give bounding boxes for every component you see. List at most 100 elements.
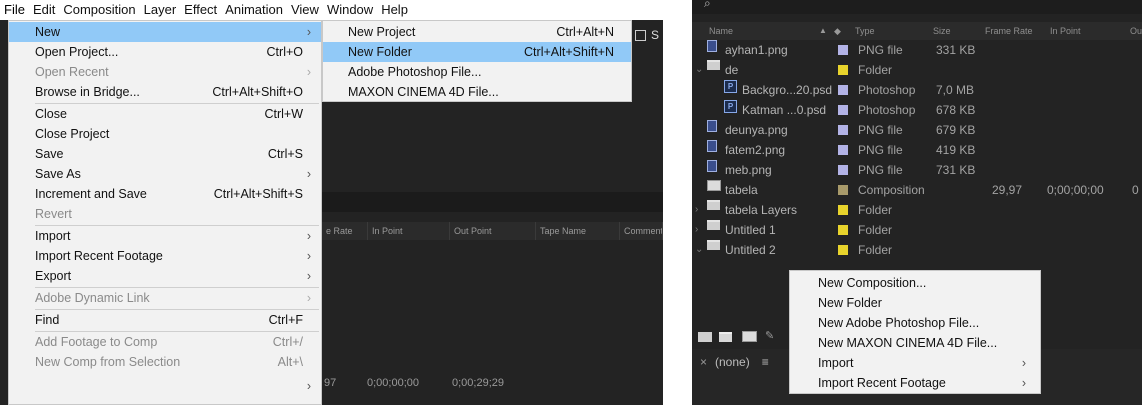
timeline-column-headers: e Rate In Point Out Point Tape Name Comment <box>322 222 663 240</box>
file-menu-item[interactable]: New Comp from Selection Alt+\ <box>9 352 321 372</box>
file-menu-item[interactable]: Find Ctrl+F <box>9 310 321 330</box>
menu-item-label: Close Project <box>35 127 110 141</box>
menu-item-shortcut: Ctrl+Alt+Shift+O <box>212 85 303 99</box>
column-type[interactable]: Type <box>855 22 875 40</box>
chevron-right-icon[interactable]: › <box>695 200 698 220</box>
new-folder-icon[interactable] <box>719 332 732 342</box>
menu-file[interactable]: File <box>0 0 29 20</box>
project-item-row[interactable]: ayhan1.png PNG file 331 KB <box>692 40 1142 60</box>
label-color-swatch[interactable] <box>838 85 848 95</box>
submenu-item[interactable]: New Folder Ctrl+Alt+Shift+N <box>323 42 631 62</box>
label-color-swatch[interactable] <box>838 145 848 155</box>
submenu-item[interactable]: New Project Ctrl+Alt+N <box>323 22 631 42</box>
column-frame-rate[interactable]: Frame Rate <box>985 22 1033 40</box>
submenu-item[interactable]: MAXON CINEMA 4D File... <box>323 82 631 102</box>
column-in-point[interactable]: In Point <box>1050 22 1081 40</box>
file-menu-item[interactable]: Close Project <box>9 124 321 144</box>
column-name[interactable]: Name <box>709 22 733 40</box>
file-menu-item[interactable]: Open Recent › <box>9 62 321 82</box>
context-menu-item[interactable]: New Adobe Photoshop File... <box>790 313 1040 333</box>
project-item-row[interactable]: deunya.png PNG file 679 KB <box>692 120 1142 140</box>
timeline-column-header[interactable]: Tape Name <box>536 222 620 240</box>
submenu-item[interactable]: Adobe Photoshop File... <box>323 62 631 82</box>
menu-effect[interactable]: Effect <box>180 0 221 20</box>
file-menu-item[interactable]: Import Recent Footage › <box>9 246 321 266</box>
chevron-down-icon[interactable]: ⌄ <box>695 60 703 80</box>
file-menu-item[interactable]: Browse in Bridge... Ctrl+Alt+Shift+O <box>9 82 321 102</box>
menu-edit[interactable]: Edit <box>29 0 59 20</box>
label-color-swatch[interactable] <box>838 205 848 215</box>
file-menu-item[interactable]: New › <box>9 22 321 42</box>
file-menu-item[interactable]: Revert <box>9 204 321 224</box>
context-menu-item[interactable]: Import Recent Footage › <box>790 373 1040 393</box>
menu-layer[interactable]: Layer <box>140 0 181 20</box>
project-item-row[interactable]: › Untitled 1 Folder <box>692 220 1142 240</box>
file-menu-item[interactable]: Adobe Dynamic Link › <box>9 288 321 308</box>
column-size[interactable]: Size <box>933 22 951 40</box>
project-item-row[interactable]: ⌄ Untitled 2 Folder <box>692 240 1142 260</box>
file-menu-item[interactable]: Save Ctrl+S <box>9 144 321 164</box>
project-item-row[interactable]: tabela Composition 29,97 0;00;00;00 0 <box>692 180 1142 200</box>
project-item-row[interactable]: ⌄ de Folder <box>692 60 1142 80</box>
label-color-swatch[interactable] <box>838 125 848 135</box>
menu-item-label: Save <box>35 147 64 161</box>
project-search-bar[interactable]: ⌕ <box>692 0 1142 14</box>
file-menu-item[interactable]: Add Footage to Comp Ctrl+/ <box>9 332 321 352</box>
chevron-down-icon[interactable]: ⌄ <box>695 240 703 260</box>
label-color-swatch[interactable] <box>838 165 848 175</box>
context-menu-item[interactable]: New Folder <box>790 293 1040 313</box>
folder-icon <box>707 60 720 70</box>
menu-view[interactable]: View <box>287 0 323 20</box>
project-item-row[interactable]: P Katman ...0.psd Photoshop 678 KB <box>692 100 1142 120</box>
label-color-swatch[interactable] <box>838 225 848 235</box>
project-item-row[interactable]: P Backgro...20.psd Photoshop 7,0 MB <box>692 80 1142 100</box>
label-color-swatch[interactable] <box>838 45 848 55</box>
label-color-swatch[interactable] <box>838 65 848 75</box>
menu-item-shortcut: Ctrl+W <box>264 107 303 121</box>
project-item-row[interactable]: fatem2.png PNG file 419 KB <box>692 140 1142 160</box>
project-item-type: Photoshop <box>858 83 916 97</box>
label-color-swatch[interactable] <box>838 245 848 255</box>
menu-item-shortcut: Alt+\ <box>277 355 303 369</box>
project-item-row[interactable]: › tabela Layers Folder <box>692 200 1142 220</box>
project-item-name: deunya.png <box>725 123 788 137</box>
menu-window[interactable]: Window <box>323 0 377 20</box>
project-settings-icon[interactable]: ✎ <box>765 329 774 342</box>
context-menu-item-label: Import <box>818 356 854 370</box>
label-color-swatch[interactable] <box>838 185 848 195</box>
menu-help[interactable]: Help <box>377 0 412 20</box>
timeline-column-header[interactable]: Out Point <box>450 222 536 240</box>
sort-up-icon: ▲ <box>819 26 827 35</box>
timeline-column-header[interactable]: In Point <box>368 222 450 240</box>
hamburger-menu-icon[interactable]: ≡ <box>762 355 769 369</box>
project-item-name: fatem2.png <box>725 143 786 157</box>
file-menu-item[interactable]: Increment and Save Ctrl+Alt+Shift+S <box>9 184 321 204</box>
context-menu-item[interactable]: Import › <box>790 353 1040 373</box>
chevron-right-icon: › <box>1021 356 1026 370</box>
context-menu-item[interactable]: New Composition... <box>790 273 1040 293</box>
file-menu-item[interactable]: Close Ctrl+W <box>9 104 321 124</box>
file-menu-item[interactable]: Import › <box>9 226 321 246</box>
file-menu-item[interactable]: Export › <box>9 266 321 286</box>
close-icon[interactable]: × <box>700 355 707 369</box>
menu-animation[interactable]: Animation <box>221 0 287 20</box>
project-column-headers: Name ▲ ◆ Type Size Frame Rate In Point O… <box>692 22 1142 40</box>
chevron-right-icon[interactable]: › <box>695 220 698 240</box>
interpret-footage-icon[interactable] <box>698 332 712 342</box>
label-color-swatch[interactable] <box>838 105 848 115</box>
file-menu-item[interactable]: Open Project... Ctrl+O <box>9 42 321 62</box>
column-out-point[interactable]: Ou <box>1130 22 1142 40</box>
psd-file-icon: P <box>724 100 737 113</box>
menu-composition[interactable]: Composition <box>59 0 139 20</box>
timeline-tab[interactable]: × (none) ≡ <box>700 355 769 369</box>
new-composition-icon[interactable] <box>742 331 757 342</box>
project-item-row[interactable]: meb.png PNG file 731 KB <box>692 160 1142 180</box>
menu-item-label: Open Project... <box>35 45 119 59</box>
file-menu-item[interactable]: Save As › <box>9 164 321 184</box>
context-menu-item[interactable]: New MAXON CINEMA 4D File... <box>790 333 1040 353</box>
timeline-column-header[interactable]: Comment <box>620 222 663 240</box>
file-menu-item-cut-off[interactable]: › <box>9 376 321 396</box>
menu-item-label: New <box>35 25 61 39</box>
chevron-right-icon: › <box>306 379 311 393</box>
timeline-column-header[interactable]: e Rate <box>322 222 368 240</box>
